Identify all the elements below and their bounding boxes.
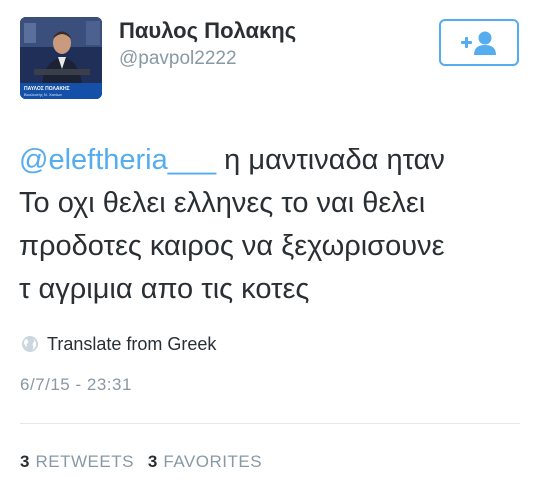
tweet-text-line-1: @eleftheria___ η μαντιναδα ηταν	[19, 139, 524, 182]
retweets-count: 3	[20, 452, 30, 471]
avatar-caption-role: Βουλευτής Ν. Χανίων	[24, 92, 62, 97]
retweets-label: RETWEETS	[35, 452, 134, 471]
translate-label: Translate from Greek	[47, 333, 217, 354]
avatar[interactable]: ΠΑΥΛΟΣ ΠΟΛΑΚΗΣ Βουλευτής Ν. Χανίων	[20, 17, 102, 99]
display-name[interactable]: Παυλος Πολακης	[119, 17, 296, 45]
timestamp: 6/7/15 - 23:31	[20, 375, 132, 394]
tweet-stats: 3 RETWEETS 3 FAVORITES	[20, 451, 276, 473]
tweet-text-line-2: Το οχι θελει ελληνες το ναι θελει	[19, 187, 426, 219]
avatar-photo: ΠΑΥΛΟΣ ΠΟΛΑΚΗΣ Βουλευτής Ν. Χανίων	[20, 17, 102, 99]
tweet-detail: ΠΑΥΛΟΣ ΠΟΛΑΚΗΣ Βουλευτής Ν. Χανίων Παυλο…	[0, 0, 540, 498]
favorites-stat[interactable]: 3 FAVORITES	[148, 451, 262, 473]
user-handle[interactable]: @pavpol2222	[119, 47, 237, 71]
divider	[20, 423, 520, 424]
favorites-count: 3	[147, 452, 158, 471]
translate-button[interactable]: Translate from Greek	[21, 332, 216, 356]
tweet-text-line-3: προδοτες καιρος να ξεχωρισουνε	[19, 230, 445, 262]
add-user-icon	[461, 31, 496, 55]
globe-icon	[22, 336, 38, 352]
retweets-stat[interactable]: 3 RETWEETS	[20, 451, 134, 473]
mention-link[interactable]: @eleftheria___	[19, 144, 216, 176]
tweet-text-line-4: τ αγριμια απο τις κοτες	[19, 273, 310, 305]
favorites-label: FAVORITES	[163, 452, 263, 471]
tweet-text: @eleftheria___ η μαντιναδα ηταν Το οχι θ…	[19, 139, 524, 311]
follow-button[interactable]	[439, 19, 519, 66]
tweet-text-line-1-rest: η μαντιναδα ηταν	[216, 144, 445, 176]
